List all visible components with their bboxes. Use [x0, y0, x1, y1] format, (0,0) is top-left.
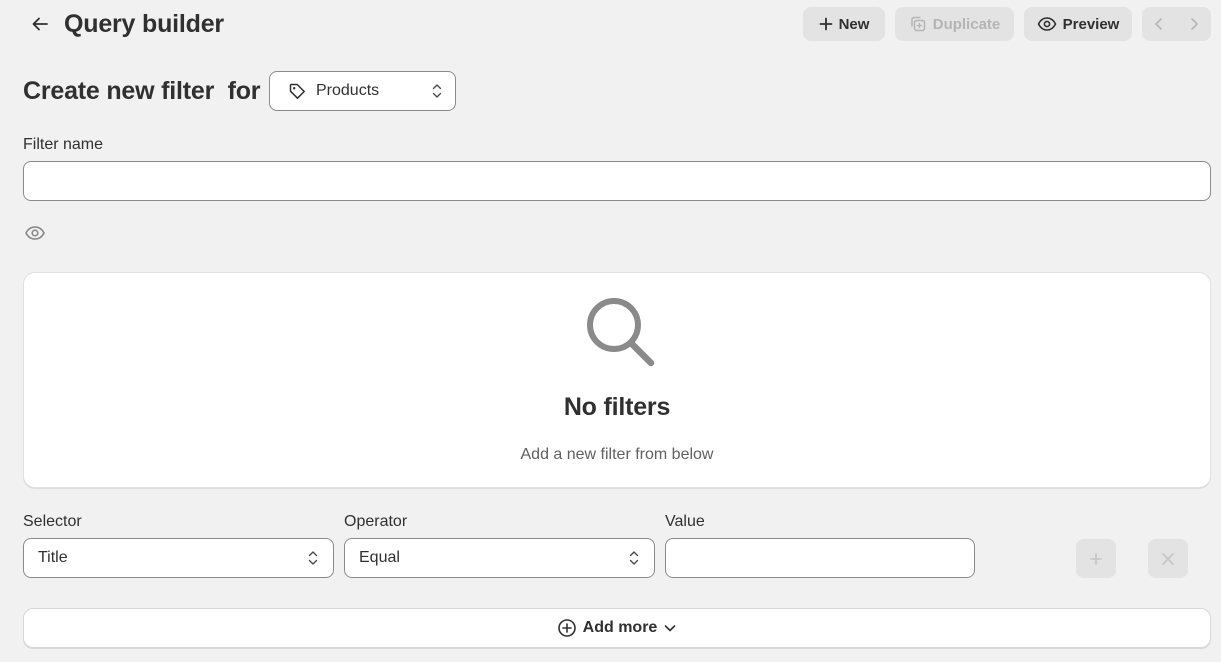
operator-value: Equal — [359, 549, 400, 566]
plus-icon — [819, 17, 832, 31]
tag-icon — [289, 83, 305, 99]
eye-icon — [1037, 17, 1057, 31]
filter-name-input[interactable] — [23, 161, 1211, 201]
add-more-button[interactable]: Add more — [23, 608, 1211, 648]
arrow-left-icon — [32, 17, 48, 31]
filter-name-label: Filter name — [23, 136, 104, 153]
operator-select[interactable]: Equal — [344, 538, 655, 578]
eye-icon — [25, 226, 45, 240]
visibility-toggle[interactable] — [24, 223, 48, 245]
search-icon — [587, 298, 655, 367]
plus-icon — [1090, 552, 1102, 565]
new-button-label: New — [838, 15, 870, 33]
duplicate-button[interactable]: Duplicate — [895, 7, 1014, 41]
add-more-label: Add more — [582, 619, 658, 636]
chevron-left-icon — [1155, 18, 1163, 30]
preview-button[interactable]: Preview — [1024, 7, 1132, 41]
chevron-down-icon — [665, 625, 676, 632]
empty-state-subtitle: Add a new filter from below — [520, 446, 714, 463]
preview-button-label: Preview — [1062, 15, 1120, 33]
select-arrows-icon — [432, 84, 442, 98]
duplicate-icon — [910, 16, 925, 32]
select-arrows-icon — [629, 551, 639, 565]
resource-type-select[interactable]: Products — [269, 71, 456, 111]
new-button[interactable]: New — [803, 7, 885, 41]
page-title: Query builder — [64, 10, 224, 38]
resource-type-value: Products — [316, 82, 380, 99]
select-arrows-icon — [308, 551, 318, 565]
selector-label: Selector — [23, 513, 82, 530]
value-input[interactable] — [665, 538, 975, 578]
previous-page-button[interactable] — [1142, 7, 1177, 41]
chevron-right-icon — [1190, 18, 1198, 30]
operator-label: Operator — [344, 513, 408, 530]
duplicate-button-label: Duplicate — [932, 15, 1001, 33]
value-label: Value — [665, 513, 705, 530]
selector-value: Title — [38, 549, 68, 566]
pagination — [1142, 7, 1211, 41]
back-button[interactable] — [26, 10, 54, 38]
empty-state-title: No filters — [563, 393, 671, 421]
next-page-button[interactable] — [1177, 7, 1212, 41]
close-icon — [1162, 552, 1174, 565]
remove-condition-button[interactable] — [1148, 539, 1188, 578]
add-condition-button[interactable] — [1076, 539, 1116, 578]
selector-select[interactable]: Title — [23, 538, 334, 578]
plus-circle-icon — [557, 619, 576, 637]
create-filter-heading: Create new filter for — [23, 77, 261, 105]
